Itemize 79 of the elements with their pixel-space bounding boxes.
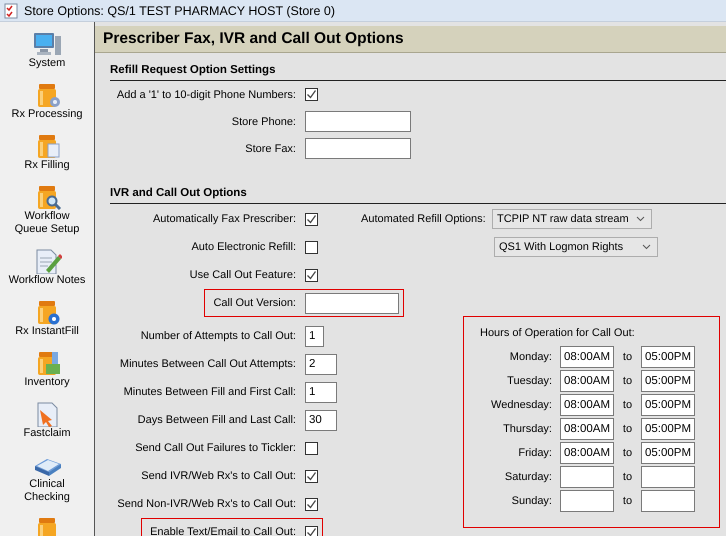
checkbox[interactable] xyxy=(305,498,318,510)
sidebar-item[interactable]: System xyxy=(0,27,94,78)
separator-label: to xyxy=(622,399,634,411)
time-field[interactable]: 08:00AM xyxy=(560,370,614,392)
field-label: Send IVR/Web Rx's to Call Out: xyxy=(141,470,296,482)
input-field[interactable] xyxy=(305,292,399,314)
day-label: Friday: xyxy=(517,447,552,459)
checkbox[interactable] xyxy=(305,268,318,282)
time-field[interactable] xyxy=(560,466,614,488)
time-field[interactable]: 05:00PM xyxy=(641,418,695,440)
field-label: Send Call Out Failures to Tickler: xyxy=(135,442,296,454)
field-label: Call Out Version: xyxy=(213,297,296,309)
checkbox[interactable] xyxy=(305,442,318,454)
field-label: Add a '1' to 10-digit Phone Numbers: xyxy=(116,88,296,100)
sidebar-item[interactable]: Rx InstantFill xyxy=(0,295,94,346)
day-label: Saturday: xyxy=(504,471,552,483)
time-field[interactable]: 05:00PM xyxy=(641,394,695,416)
day-label: Wednesday: xyxy=(490,399,552,411)
field-label: Days Between Fill and Last Call: xyxy=(138,414,296,426)
input-field[interactable]: 30 xyxy=(305,410,337,430)
checkbox[interactable] xyxy=(305,470,318,482)
field-label: Enable Text/Email to Call Out: xyxy=(150,526,296,536)
chevron-down-icon xyxy=(642,244,651,250)
sidebar-item[interactable]: Rx Filling xyxy=(0,129,94,180)
section-heading: IVR and Call Out Options xyxy=(110,176,726,204)
input-field[interactable]: 1 xyxy=(305,326,324,346)
day-label: Sunday: xyxy=(510,495,552,507)
field-label: Auto Electronic Refill: xyxy=(191,241,296,253)
field-label: Use Call Out Feature: xyxy=(190,269,296,281)
separator-label: to xyxy=(622,495,634,507)
field-label: Minutes Between Fill and First Call: xyxy=(124,386,296,398)
sidebar-item[interactable]: Fastclaim xyxy=(0,397,94,448)
time-field[interactable]: 08:00AM xyxy=(560,418,614,440)
checklist-icon xyxy=(4,2,18,18)
sidebar-item[interactable]: Workflow Queue Setup xyxy=(0,180,94,244)
input-field[interactable]: 1 xyxy=(305,382,337,402)
chevron-down-icon xyxy=(636,216,645,222)
separator-label: to xyxy=(622,423,634,435)
day-label: Thursday: xyxy=(502,423,552,435)
sidebar-item[interactable]: Inventory xyxy=(0,346,94,397)
input-field[interactable] xyxy=(305,138,411,159)
separator-label: to xyxy=(622,447,634,459)
field-label: Store Phone: xyxy=(232,116,296,128)
separator-label: to xyxy=(622,375,634,387)
field-label: Automatically Fax Prescriber: xyxy=(152,213,296,225)
time-field[interactable]: 08:00AM xyxy=(560,394,614,416)
dropdown[interactable]: QS1 With Logmon Rights xyxy=(494,237,658,257)
app-icon xyxy=(32,31,62,57)
checkbox[interactable] xyxy=(305,526,318,536)
dropdown[interactable]: TCPIP NT raw data stream xyxy=(492,209,652,229)
time-field[interactable]: 05:00PM xyxy=(641,442,695,464)
sidebar-item[interactable]: Workflow Notes xyxy=(0,244,94,295)
time-field[interactable]: 05:00PM xyxy=(641,370,695,392)
time-field[interactable]: 05:00PM xyxy=(641,346,695,368)
time-field[interactable]: 08:00AM xyxy=(560,346,614,368)
time-field[interactable]: 08:00AM xyxy=(560,442,614,464)
time-field[interactable] xyxy=(560,490,614,512)
checkbox[interactable] xyxy=(305,240,318,254)
window-title: Store Options: QS/1 TEST PHARMACY HOST (Store 0) xyxy=(24,4,335,18)
section-heading: Refill Request Option Settings xyxy=(110,53,726,81)
separator-label: to xyxy=(622,351,634,363)
sidebar-item[interactable]: Clinical Checking xyxy=(0,448,94,512)
checkbox[interactable] xyxy=(305,88,318,101)
field-label: Store Fax: xyxy=(245,142,296,154)
field-label: Automated Refill Options: xyxy=(361,213,487,225)
time-field[interactable] xyxy=(641,466,695,488)
field-label: Send Non-IVR/Web Rx's to Call Out: xyxy=(117,498,296,510)
input-field[interactable]: 2 xyxy=(305,354,337,374)
field-label: Number of Attempts to Call Out: xyxy=(140,330,296,342)
field-label: Minutes Between Call Out Attempts: xyxy=(120,358,296,370)
day-label: Monday: xyxy=(508,351,552,363)
checkbox[interactable] xyxy=(305,212,318,226)
panel-title: Hours of Operation for Call Out: xyxy=(480,326,636,341)
day-label: Tuesday: xyxy=(506,375,552,387)
time-field[interactable] xyxy=(641,490,695,512)
page-title: Prescriber Fax, IVR and Call Out Options xyxy=(95,26,726,53)
input-field[interactable] xyxy=(305,111,411,132)
separator-label: to xyxy=(622,471,634,483)
sidebar-item[interactable]: Rx Processing xyxy=(0,78,94,129)
